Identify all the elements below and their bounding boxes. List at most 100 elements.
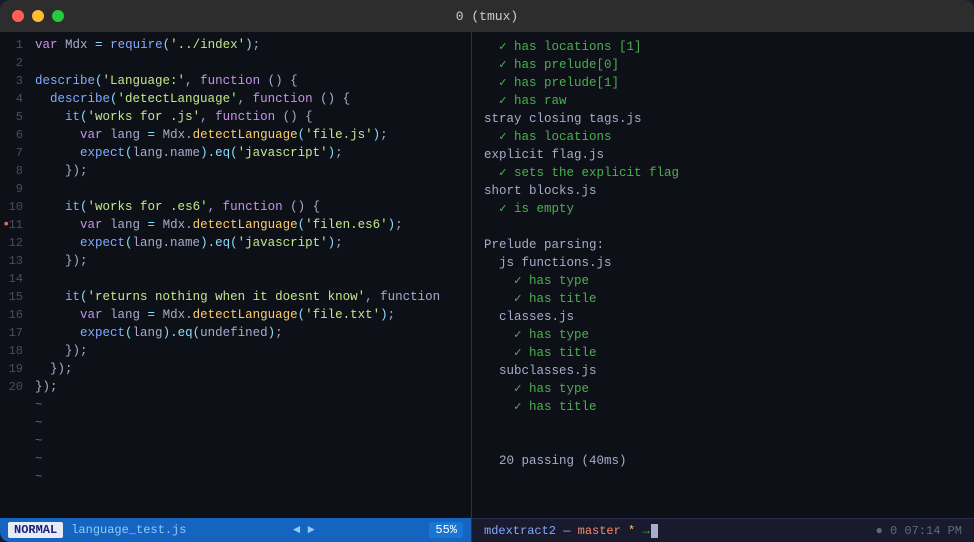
token: function: [223, 200, 283, 214]
code-line: 13 });: [0, 252, 471, 270]
output-pane: ✓ has locations [1] ✓ has prelude[0] ✓ h…: [472, 32, 974, 542]
token: expect: [80, 146, 125, 160]
tilde-line: ~: [0, 414, 471, 432]
token: =: [148, 128, 156, 142]
token: });: [35, 254, 88, 268]
scroll-arrows: ◄ ►: [293, 523, 315, 537]
line-content: it('returns nothing when it doesnt know'…: [35, 288, 463, 306]
code-line: 9: [0, 180, 471, 198]
token: });: [35, 362, 73, 376]
output-line: ✓ has title: [484, 344, 962, 362]
output-line: short blocks.js: [484, 182, 962, 200]
tilde-content: ~: [35, 432, 463, 450]
line-content: });: [35, 342, 463, 360]
token: ): [200, 146, 208, 160]
code-line: 18 });: [0, 342, 471, 360]
traffic-lights: [12, 10, 64, 22]
token: [35, 92, 50, 106]
token: ;: [335, 146, 343, 160]
token: ;: [380, 128, 388, 142]
token: [35, 218, 80, 232]
token: 'file.js': [305, 128, 373, 142]
token: 'file.txt': [305, 308, 380, 322]
code-line: 6 var lang = Mdx.detectLanguage('file.js…: [0, 126, 471, 144]
output-line: ✓ is empty: [484, 200, 962, 218]
token: (: [298, 218, 306, 232]
code-line: 10 it('works for .es6', function () {: [0, 198, 471, 216]
line-number: 19: [0, 360, 35, 378]
token: ;: [253, 38, 261, 52]
line-number: 18: [0, 342, 35, 360]
filename: language_test.js: [71, 523, 186, 537]
line-content: var lang = Mdx.detectLanguage('file.js')…: [35, 126, 463, 144]
token: require: [110, 38, 163, 52]
token: function: [200, 74, 260, 88]
status-bar: NORMAL language_test.js ◄ ► 55%: [0, 518, 471, 542]
window-title: 0 (tmux): [456, 9, 518, 24]
titlebar: 0 (tmux): [0, 0, 974, 32]
token: [35, 326, 80, 340]
token: (: [80, 290, 88, 304]
shell-space: [621, 524, 628, 538]
line-content: });: [35, 378, 463, 396]
code-line: 14: [0, 270, 471, 288]
token: describe: [50, 92, 110, 106]
shell-sep: —: [556, 524, 578, 538]
tilde-content: ~: [35, 414, 463, 432]
output-line: ✓ has prelude[1]: [484, 74, 962, 92]
line-number: 12: [0, 234, 35, 252]
line-content: expect(lang.name).eq('javascript');: [35, 234, 463, 252]
main-content: 1var Mdx = require('../index');23describ…: [0, 32, 974, 542]
minimize-button[interactable]: [32, 10, 44, 22]
token: [35, 308, 80, 322]
shell-branch: master: [578, 524, 621, 538]
editor-pane[interactable]: 1var Mdx = require('../index');23describ…: [0, 32, 472, 542]
line-content: expect(lang.name).eq('javascript');: [35, 144, 463, 162]
shell-time: ● 0 07:14 PM: [876, 524, 962, 538]
shell-dir: mdextract2: [484, 524, 556, 538]
token: function: [215, 110, 275, 124]
token: 'returns nothing when it doesnt know': [88, 290, 366, 304]
token: [35, 110, 65, 124]
output-line: classes.js: [484, 308, 962, 326]
tilde-line: ~: [0, 450, 471, 468]
line-content: var Mdx = require('../index');: [35, 36, 463, 54]
token: [35, 290, 65, 304]
token: Mdx.: [155, 308, 193, 322]
line-number: 6: [0, 126, 35, 144]
token: (: [80, 200, 88, 214]
token: ): [380, 308, 388, 322]
token: lang: [103, 218, 148, 232]
shell-bar: mdextract2 — master * → ● 0 07:14 PM: [472, 518, 974, 542]
code-line: 19 });: [0, 360, 471, 378]
token: ;: [395, 218, 403, 232]
token: it: [65, 200, 80, 214]
code-line: 3describe('Language:', function () {: [0, 72, 471, 90]
close-button[interactable]: [12, 10, 24, 22]
code-line: 12 expect(lang.name).eq('javascript');: [0, 234, 471, 252]
tilde-content: ~: [35, 450, 463, 468]
output-line: ✓ has raw: [484, 92, 962, 110]
line-content: var lang = Mdx.detectLanguage('file.txt'…: [35, 306, 463, 324]
code-line: 7 expect(lang.name).eq('javascript');: [0, 144, 471, 162]
line-number: 14: [0, 270, 35, 288]
line-number: 17: [0, 324, 35, 342]
token: ;: [275, 326, 283, 340]
token: Mdx.: [155, 218, 193, 232]
token: [35, 236, 80, 250]
token: lang: [103, 308, 148, 322]
output-line: [484, 416, 962, 434]
output-line: ✓ has locations: [484, 128, 962, 146]
fullscreen-button[interactable]: [52, 10, 64, 22]
token: ): [163, 326, 171, 340]
output-line: js functions.js: [484, 254, 962, 272]
token: (: [193, 326, 201, 340]
output-line: stray closing tags.js: [484, 110, 962, 128]
token: (: [163, 38, 171, 52]
code-line: 20});: [0, 378, 471, 396]
output-line: ✓ has title: [484, 290, 962, 308]
line-number: 4: [0, 90, 35, 108]
line-content: });: [35, 252, 463, 270]
code-line: •11 var lang = Mdx.detectLanguage('filen…: [0, 216, 471, 234]
code-area[interactable]: 1var Mdx = require('../index');23describ…: [0, 32, 471, 518]
